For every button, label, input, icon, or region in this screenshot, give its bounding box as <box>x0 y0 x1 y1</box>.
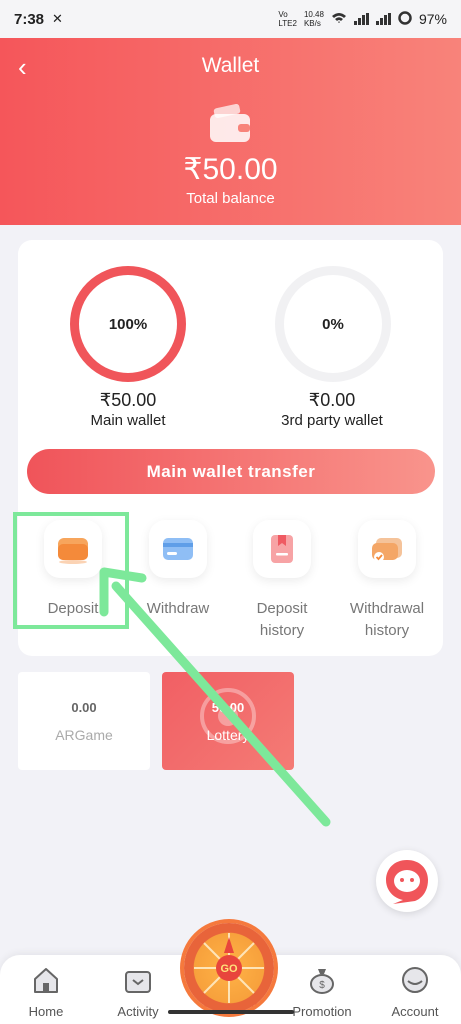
money-bag-icon: $ <box>310 969 334 994</box>
tab-account[interactable]: Account <box>370 965 460 1019</box>
user-icon <box>402 967 428 993</box>
home-icon <box>34 968 58 993</box>
gift-icon <box>125 971 151 993</box>
home-indicator <box>168 1010 294 1014</box>
svg-text:$: $ <box>319 980 325 991</box>
customer-service-button[interactable] <box>376 850 438 912</box>
wheel-go-text: GO <box>220 963 238 975</box>
tab-home-label: Home <box>28 1004 64 1019</box>
tab-account-label: Account <box>391 1004 439 1019</box>
tab-home[interactable]: Home <box>1 965 91 1019</box>
wheel-graphic: GO <box>194 933 264 1003</box>
chat-bubble-icon <box>386 860 428 904</box>
spin-wheel-icon[interactable]: GO <box>184 923 274 1013</box>
